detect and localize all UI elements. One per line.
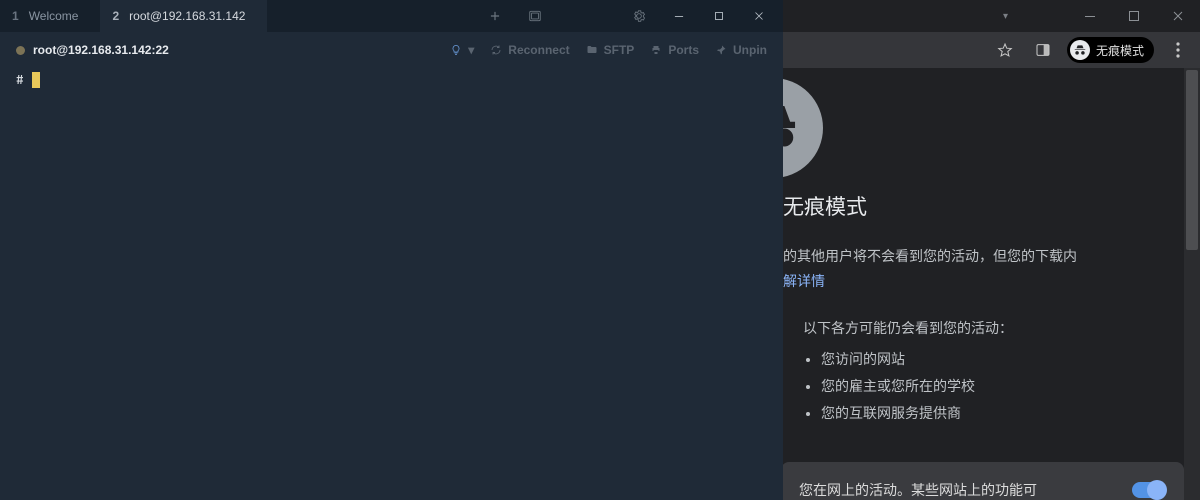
minimize-button[interactable] — [661, 2, 697, 30]
chrome-body: 无痕模式 的其他用户将不会看到您的活动，但您的下载内 解详情 以下各方可能仍会看… — [783, 68, 1200, 500]
ports-button[interactable]: Ports — [650, 43, 699, 57]
unpin-label: Unpin — [733, 43, 767, 57]
panel-icon — [1035, 42, 1051, 58]
pin-icon — [715, 44, 727, 56]
panes-icon — [528, 9, 542, 23]
sftp-button[interactable]: SFTP — [586, 43, 635, 57]
reconnect-icon — [490, 44, 502, 56]
chrome-titlebar: ▾ — [783, 0, 1200, 32]
status-indicator-icon — [16, 46, 25, 55]
maximize-icon — [1128, 10, 1140, 22]
terminal-window: 1 Welcome 2 root@192.168.31.142 — [0, 0, 783, 500]
minimize-icon — [672, 9, 686, 23]
incognito-chip-label: 无痕模式 — [1096, 42, 1144, 59]
chrome-window: ▾ 无痕模式 — [783, 0, 1200, 500]
close-button[interactable] — [741, 2, 777, 30]
close-icon — [752, 9, 766, 23]
tab-ssh-session[interactable]: 2 root@192.168.31.142 — [100, 0, 267, 32]
learn-more-link[interactable]: 解详情 — [783, 271, 1200, 292]
third-party-cookies-card: 您在网上的活动。某些网站上的功能可 — [783, 462, 1184, 500]
terminal-tabs: 1 Welcome 2 root@192.168.31.142 — [0, 0, 267, 32]
side-panel-button[interactable] — [1029, 36, 1057, 64]
card-text: 您在网上的活动。某些网站上的功能可 — [799, 480, 1037, 500]
new-tab-button[interactable] — [477, 2, 513, 30]
list-item: 您的互联网服务提供商 — [821, 403, 1200, 424]
scrollbar[interactable] — [1184, 68, 1200, 500]
menu-button[interactable] — [1164, 36, 1192, 64]
ports-label: Ports — [668, 43, 699, 57]
gear-icon — [632, 9, 646, 23]
minimize-button[interactable] — [1068, 0, 1112, 32]
incognito-hero-icon — [783, 78, 823, 178]
settings-button[interactable] — [621, 2, 657, 30]
maximize-button[interactable] — [1112, 0, 1156, 32]
maximize-icon — [712, 9, 726, 23]
close-button[interactable] — [1156, 0, 1200, 32]
incognito-body: 的其他用户将不会看到您的活动，但您的下载内 — [783, 248, 1077, 264]
list-item: 您的雇主或您所在的学校 — [821, 376, 1200, 397]
unpin-button[interactable]: Unpin — [715, 43, 767, 57]
reconnect-label: Reconnect — [508, 43, 569, 57]
ports-icon — [650, 44, 662, 56]
maximize-button[interactable] — [701, 2, 737, 30]
minimize-icon — [1084, 10, 1096, 22]
reconnect-button[interactable]: Reconnect — [490, 43, 569, 57]
incognito-heading: 无痕模式 — [783, 192, 1200, 224]
session-title: root@192.168.31.142:22 — [33, 43, 169, 57]
session-actions: ▾ Reconnect SFTP Ports Unpin — [450, 43, 767, 57]
folder-icon — [586, 44, 598, 56]
tab-label: root@192.168.31.142 — [129, 9, 245, 23]
star-icon — [997, 42, 1013, 58]
scrollbar-thumb[interactable] — [1186, 70, 1198, 250]
spacer — [557, 2, 617, 30]
cursor-icon — [32, 72, 40, 88]
terminal-body[interactable]: # — [0, 68, 783, 500]
tab-welcome[interactable]: 1 Welcome — [0, 0, 100, 32]
incognito-chip[interactable]: 无痕模式 — [1067, 37, 1154, 63]
incognito-icon — [1070, 40, 1090, 60]
kebab-icon — [1176, 42, 1180, 58]
prompt: # — [16, 73, 24, 88]
bookmark-button[interactable] — [991, 36, 1019, 64]
hint-button[interactable]: ▾ — [450, 43, 474, 57]
chevron-down-icon[interactable]: ▾ — [1003, 11, 1008, 22]
tab-label: Welcome — [29, 9, 79, 23]
sftp-label: SFTP — [604, 43, 635, 57]
bulb-icon — [450, 44, 462, 56]
chrome-window-controls — [1068, 0, 1200, 32]
visible-to-label: 以下各方可能仍会看到您的活动： — [803, 318, 1200, 339]
panes-button[interactable] — [517, 2, 553, 30]
session-bar: root@192.168.31.142:22 ▾ Reconnect SFTP … — [0, 32, 783, 68]
close-icon — [1172, 10, 1184, 22]
chrome-toolbar: 无痕模式 — [783, 32, 1200, 68]
visible-to-list: 您访问的网站 您的雇主或您所在的学校 您的互联网服务提供商 — [821, 349, 1200, 424]
terminal-titlebar: 1 Welcome 2 root@192.168.31.142 — [0, 0, 783, 32]
incognito-content: 无痕模式 的其他用户将不会看到您的活动，但您的下载内 解详情 以下各方可能仍会看… — [783, 78, 1200, 500]
prompt-line: # — [16, 72, 767, 88]
tab-index: 2 — [112, 9, 119, 23]
list-item: 您访问的网站 — [821, 349, 1200, 370]
cookies-toggle[interactable] — [1132, 482, 1166, 498]
plus-icon — [488, 9, 502, 23]
tab-index: 1 — [12, 9, 19, 23]
titlebar-controls — [477, 0, 783, 32]
